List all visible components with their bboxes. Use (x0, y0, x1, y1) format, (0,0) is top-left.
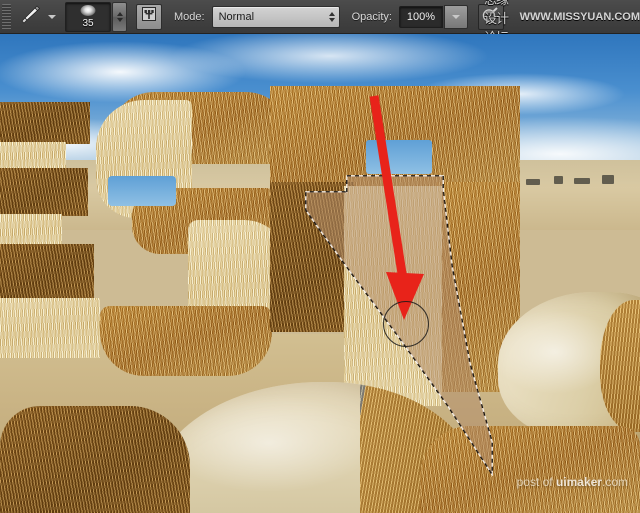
chevron-down-icon (451, 14, 460, 19)
hay-bale-left (0, 406, 190, 513)
blend-mode-value: Normal (218, 10, 255, 23)
airbrush-toggle-button[interactable] (477, 3, 504, 30)
opacity-input[interactable]: 100% (398, 5, 443, 28)
photoshop-window: 35 Mode: Normal Opacity: 100% 思缘设计 WWW.M… (0, 0, 640, 513)
blend-mode-select[interactable]: Normal (211, 5, 340, 28)
brush-size-value: 35 (82, 17, 94, 29)
brush-size-field[interactable]: 35 (65, 1, 111, 32)
select-arrows-icon (328, 11, 339, 22)
options-bar-grip[interactable] (2, 3, 11, 30)
opacity-label: Opacity: (351, 10, 392, 23)
image-canvas[interactable]: post of uimaker.com (0, 34, 640, 513)
hay-bale-right-rim (600, 300, 640, 432)
tool-preset-dropdown[interactable] (45, 4, 59, 30)
mode-label: Mode: (174, 10, 205, 23)
soft-round-brush-icon (80, 4, 96, 16)
letter-t-glyph (270, 86, 520, 406)
spinner-up-icon (116, 11, 123, 16)
opacity-value: 100% (406, 10, 435, 23)
tool-options-bar: 35 Mode: Normal Opacity: 100% (0, 0, 640, 34)
tool-preset-picker[interactable] (15, 4, 45, 30)
brush-size-spinner[interactable] (112, 1, 127, 32)
brush-panel-icon (141, 6, 157, 27)
brush-tool-icon (19, 4, 41, 29)
spinner-down-icon (116, 17, 123, 22)
airbrush-icon (482, 6, 499, 28)
chevron-down-icon (48, 14, 56, 19)
letter-s-glyph (96, 92, 296, 392)
hay-bale-right-lower (420, 426, 640, 513)
brush-panel-toggle-button[interactable] (136, 3, 162, 30)
opacity-dropdown-button[interactable] (443, 4, 468, 29)
